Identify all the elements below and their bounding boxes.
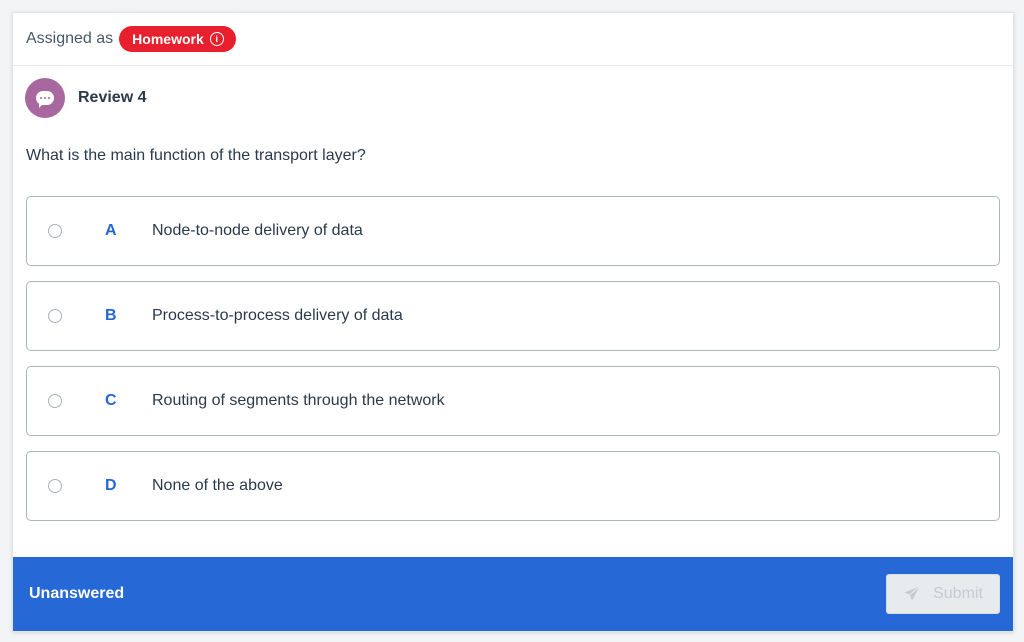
option-letter: B (105, 307, 117, 324)
assignment-header: Assigned as Homework i (13, 13, 1013, 66)
radio-button[interactable] (48, 394, 62, 408)
option-text: Node-to-node delivery of data (152, 222, 363, 239)
avatar (25, 78, 65, 118)
submit-button[interactable]: Submit (886, 574, 1000, 614)
option-letter: A (105, 222, 117, 239)
option-text: Process-to-process delivery of data (152, 307, 403, 324)
info-icon[interactable]: i (209, 32, 224, 46)
answer-options: A Node-to-node delivery of data B Proces… (13, 167, 1013, 521)
submit-label: Submit (933, 585, 983, 602)
option-d[interactable]: D None of the above (26, 451, 1000, 521)
question-card: Assigned as Homework i Review 4 What is … (12, 12, 1014, 632)
option-c[interactable]: C Routing of segments through the networ… (26, 366, 1000, 436)
status-footer: Unanswered Submit (13, 557, 1013, 631)
question-text: What is the main function of the transpo… (26, 147, 366, 164)
radio-button[interactable] (48, 309, 62, 323)
homework-badge[interactable]: Homework i (119, 26, 236, 52)
assigned-label: Assigned as (26, 30, 114, 47)
option-b[interactable]: B Process-to-process delivery of data (26, 281, 1000, 351)
option-letter: D (105, 477, 117, 494)
review-title: Review 4 (78, 89, 147, 106)
badge-label: Homework (132, 31, 204, 47)
option-letter: C (105, 392, 117, 409)
option-a[interactable]: A Node-to-node delivery of data (26, 196, 1000, 266)
chat-bubble-icon (36, 91, 54, 108)
option-text: None of the above (152, 477, 283, 494)
option-text: Routing of segments through the network (152, 392, 445, 409)
radio-button[interactable] (48, 479, 62, 493)
radio-button[interactable] (48, 224, 62, 238)
review-title-row: Review 4 (13, 66, 1013, 118)
send-icon (904, 586, 920, 601)
answer-status: Unanswered (29, 585, 125, 602)
